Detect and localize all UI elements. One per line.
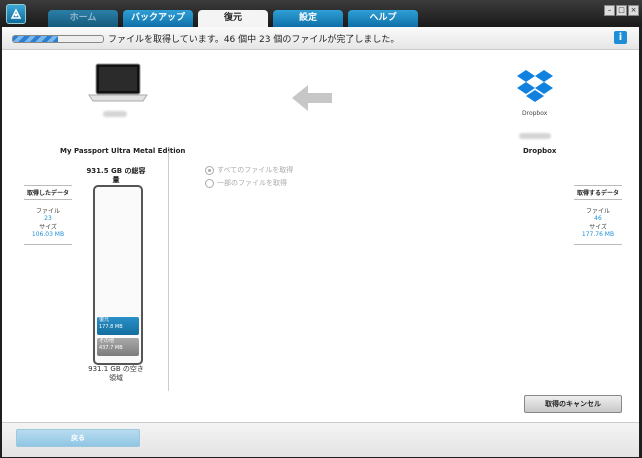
cancel-retrieve-button[interactable]: 取得のキャンセル [524, 395, 622, 413]
files-value: 46 [594, 215, 602, 222]
capacity-bar: 復元 177.8 MB その他 437.7 MB [93, 185, 143, 365]
minimize-icon[interactable]: – [604, 5, 615, 16]
blurred-account-label [519, 133, 551, 139]
other-segment-value: 437.7 MB [99, 345, 123, 351]
retrieved-data-panel: 取得したデータ ファイル 23 サイズ 106.03 MB [24, 185, 72, 245]
size-label: サイズ [39, 224, 57, 231]
to-retrieve-heading: 取得するデータ [574, 185, 622, 200]
size-value: 177.76 MB [581, 231, 615, 238]
other-segment: その他 437.7 MB [97, 338, 139, 356]
files-label: ファイル [585, 208, 610, 215]
tab-settings[interactable]: 設定 [273, 10, 343, 27]
laptop-icon [88, 63, 148, 111]
status-bar: ファイルを取得しています。46 個中 23 個のファイルが完了しました。 i [2, 27, 639, 50]
restore-segment-value: 177.8 MB [99, 324, 123, 330]
tab-backup[interactable]: バックアップ [123, 10, 193, 27]
dropbox-icon [516, 69, 554, 109]
right-device-name: Dropbox [523, 147, 557, 155]
back-button[interactable]: 戻る [16, 429, 140, 447]
to-retrieve-data-panel: 取得するデータ ファイル 46 サイズ 177.76 MB [574, 185, 622, 245]
other-segment-label: その他 [99, 338, 115, 344]
total-capacity-label: 931.5 GB の総容量 [86, 167, 146, 184]
radio-selected-icon[interactable] [205, 165, 214, 175]
free-space-label: 931.1 GB の空き領域 [88, 365, 144, 382]
retrieved-heading: 取得したデータ [24, 185, 72, 200]
info-icon[interactable]: i [614, 31, 627, 44]
radio-unselected-icon[interactable] [205, 178, 214, 188]
progress-fill [13, 36, 58, 42]
option-some-files-label: 一部のファイルを取得 [217, 179, 287, 187]
option-all-files[interactable]: すべてのファイルを取得 [205, 165, 293, 175]
app-logo-icon [6, 4, 26, 24]
divider [168, 151, 169, 391]
files-label: ファイル [35, 208, 60, 215]
maximize-icon[interactable]: □ [616, 5, 627, 16]
tab-help[interactable]: ヘルプ [348, 10, 418, 27]
bottom-bar: 戻る [2, 422, 639, 457]
dropbox-logo-label: Dropbox [522, 110, 548, 117]
size-label: サイズ [589, 224, 607, 231]
tab-home[interactable]: ホーム [48, 10, 118, 27]
main-panel: ファイルを取得しています。46 個中 23 個のファイルが完了しました。 i D… [2, 27, 639, 457]
files-value: 23 [44, 215, 52, 222]
restore-segment-label: 復元 [99, 317, 110, 323]
status-text: ファイルを取得しています。46 個中 23 個のファイルが完了しました。 [108, 35, 400, 45]
progress-bar [12, 35, 104, 43]
transfer-arrow-icon [290, 83, 334, 117]
blurred-device-label [103, 111, 127, 117]
close-icon[interactable]: × [628, 5, 639, 16]
option-some-files[interactable]: 一部のファイルを取得 [205, 178, 287, 188]
restore-segment: 復元 177.8 MB [97, 317, 139, 335]
option-all-files-label: すべてのファイルを取得 [217, 166, 294, 174]
size-value: 106.03 MB [31, 231, 65, 238]
title-bar: ホーム バックアップ 復元 設定 ヘルプ – □ × [0, 0, 642, 28]
left-device-name: My Passport Ultra Metal Edition [60, 147, 186, 155]
tab-restore[interactable]: 復元 [198, 10, 268, 28]
